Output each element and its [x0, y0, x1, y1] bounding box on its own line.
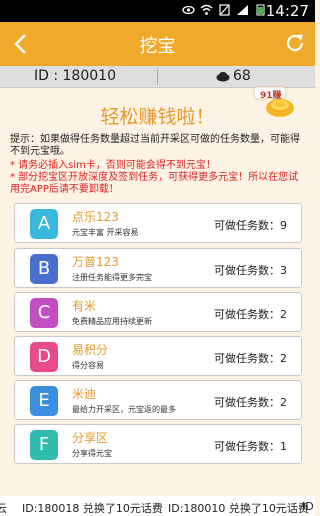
clock: 14:27	[265, 2, 309, 20]
task-count: 可做任务数：3	[214, 264, 287, 277]
ticker-item: ID:180010 兑换了10元话费	[168, 502, 309, 515]
ticker-item: ID:180018 兑换了10元话费	[22, 502, 163, 515]
task-item-a[interactable]: A 点乐123 元宝丰富 开采容易 可做任务数：9	[14, 203, 302, 243]
coin-pouch-icon	[216, 71, 230, 81]
task-name: 易积分	[72, 343, 109, 357]
task-item-e[interactable]: E 米迪 最给力开采区，元宝返的最多 可做任务数：2	[14, 380, 302, 420]
title-bar: 挖宝	[0, 22, 315, 66]
task-letter-tile: B	[30, 254, 58, 284]
no-sim-icon	[219, 4, 230, 16]
task-subtitle: 得分容易	[72, 361, 104, 370]
task-item-f[interactable]: F 分享区 分享得元宝 可做任务数：1	[14, 424, 302, 464]
headline: 轻松赚钱啦！	[100, 106, 215, 128]
task-letter-tile: A	[30, 209, 58, 239]
tip-text: 提示：如果做得任务数量超过当前开采区可做的任务数量，可能得不到元宝哦。	[10, 134, 300, 157]
user-id: ID : 180010	[34, 68, 116, 84]
coin-balance: 68	[216, 68, 251, 84]
ticker-item: 云	[0, 502, 7, 515]
page-title: 挖宝	[139, 36, 176, 57]
task-item-d[interactable]: D 易积分 得分容易 可做任务数：2	[14, 336, 302, 376]
task-count: 可做任务数：2	[214, 396, 287, 409]
divider	[157, 69, 158, 85]
warning-sim: * 请务必插入sim卡，否则可能会得不到元宝！	[10, 160, 216, 171]
task-letter-tile: D	[30, 342, 58, 372]
wifi-icon	[200, 4, 213, 15]
refresh-icon[interactable]	[283, 31, 307, 55]
task-letter-tile: C	[30, 298, 58, 328]
task-subtitle: 分享得元宝	[72, 449, 112, 458]
task-count: 可做任务数：9	[214, 219, 287, 232]
task-name: 万普123	[72, 255, 119, 269]
redeem-ticker: 云 ID:180018 兑换了10元话费 ID:180010 兑换了10元话费 …	[0, 496, 315, 516]
task-subtitle: 免费精品应用持续更新	[72, 317, 152, 326]
task-item-b[interactable]: B 万普123 注册任务能得更多完宝 可做任务数：3	[14, 248, 302, 288]
badge-label: 91赚	[260, 91, 282, 101]
ticker-item: ID	[302, 500, 314, 513]
task-name: 有米	[72, 299, 97, 313]
task-subtitle: 注册任务能得更多完宝	[72, 273, 152, 282]
task-subtitle: 最给力开采区，元宝返的最多	[72, 405, 176, 414]
task-count: 可做任务数：1	[214, 440, 287, 453]
task-name: 点乐123	[72, 210, 119, 224]
eye-icon	[182, 5, 195, 15]
user-info-bar: ID : 180010 68	[0, 66, 315, 88]
task-count: 可做任务数：2	[214, 352, 287, 365]
task-name: 米迪	[72, 387, 97, 401]
task-subtitle: 元宝丰富 开采容易	[72, 228, 139, 237]
coin-count: 68	[233, 68, 251, 84]
status-icons	[182, 4, 267, 16]
task-letter-tile: F	[30, 430, 58, 460]
warning-uninstall: * 部分挖宝区开放深度及签到任务，可获得更多元宝！所以在您试用完APP后请不要卸…	[10, 172, 299, 195]
status-bar: 14:27	[0, 0, 315, 22]
task-letter-tile: E	[30, 386, 58, 416]
task-name: 分享区	[72, 431, 109, 445]
task-item-c[interactable]: C 有米 免费精品应用持续更新 可做任务数：2	[14, 292, 302, 332]
task-count: 可做任务数：2	[214, 308, 287, 321]
signal-icon	[237, 5, 248, 15]
